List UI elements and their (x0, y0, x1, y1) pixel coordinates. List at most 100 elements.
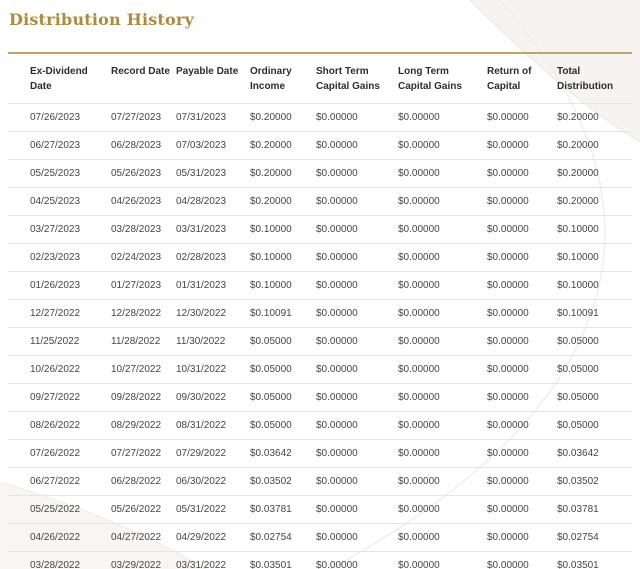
table-cell: 04/26/2022 (8, 524, 111, 552)
table-cell: $0.05000 (250, 412, 316, 440)
table-cell: $0.20000 (557, 104, 632, 132)
table-row: 10/26/202210/27/202210/31/2022$0.05000$0… (8, 356, 632, 384)
page-title: Distribution History (9, 10, 632, 29)
content: Distribution History Ex-Dividend DateRec… (0, 0, 640, 569)
table-cell: $0.10000 (250, 216, 316, 244)
table-cell: 09/27/2022 (8, 384, 111, 412)
table-cell: $0.00000 (316, 160, 398, 188)
table-row: 06/27/202306/28/202307/03/2023$0.20000$0… (8, 132, 632, 160)
table-cell: 11/28/2022 (111, 328, 176, 356)
table-cell: $0.00000 (487, 384, 557, 412)
table-row: 03/28/202203/29/202203/31/2022$0.03501$0… (8, 552, 632, 569)
table-cell: 04/26/2023 (111, 188, 176, 216)
table-cell: $0.00000 (487, 524, 557, 552)
table-cell: $0.00000 (316, 468, 398, 496)
table-cell: 05/25/2023 (8, 160, 111, 188)
table-cell: $0.00000 (487, 104, 557, 132)
table-row: 05/25/202205/26/202205/31/2022$0.03781$0… (8, 496, 632, 524)
table-cell: 08/31/2022 (176, 412, 250, 440)
table-cell: 06/28/2022 (111, 468, 176, 496)
table-cell: $0.00000 (487, 244, 557, 272)
table-cell: 06/27/2022 (8, 468, 111, 496)
table-cell: $0.03501 (250, 552, 316, 569)
column-header: Long Term Capital Gains (398, 53, 487, 104)
table-cell: $0.00000 (398, 552, 487, 569)
table-cell: 11/25/2022 (8, 328, 111, 356)
table-cell: 11/30/2022 (176, 328, 250, 356)
table-cell: $0.00000 (487, 552, 557, 569)
table-cell: 07/27/2022 (111, 440, 176, 468)
table-cell: $0.00000 (398, 496, 487, 524)
table-cell: $0.00000 (316, 300, 398, 328)
table-cell: 08/26/2022 (8, 412, 111, 440)
table-cell: $0.00000 (398, 160, 487, 188)
table-row: 07/26/202307/27/202307/31/2023$0.20000$0… (8, 104, 632, 132)
table-row: 05/25/202305/26/202305/31/2023 $0.20000 $0… (8, 160, 632, 188)
column-header: Total Distribution (557, 53, 632, 104)
table-cell: 03/28/2022 (8, 552, 111, 569)
table-cell: 07/03/2023 (176, 132, 250, 160)
table-cell: $0.00000 (487, 188, 557, 216)
table-cell: 06/28/2023 (111, 132, 176, 160)
table-cell: 01/26/2023 (8, 272, 111, 300)
table-cell: $0.00000 (398, 468, 487, 496)
table-body: 07/26/202307/27/202307/31/2023$0.20000$0… (8, 104, 632, 569)
table-cell: $0.05000 (250, 356, 316, 384)
table-cell: $0.00000 (316, 524, 398, 552)
table-cell: $0.10000 (557, 216, 632, 244)
table-cell: 10/26/2022 (8, 356, 111, 384)
table-cell: 01/27/2023 (111, 272, 176, 300)
table-cell: $0.03642 (250, 440, 316, 468)
table-cell: 09/28/2022 (111, 384, 176, 412)
table-cell: $0.20000 (557, 188, 632, 216)
table-cell: 03/28/2023 (111, 216, 176, 244)
table-cell: $0.00000 (398, 412, 487, 440)
table-cell: $0.05000 (250, 384, 316, 412)
table-cell: $0.05000 (557, 356, 632, 384)
table-cell: $0.00000 (398, 216, 487, 244)
table-cell: 02/28/2023 (176, 244, 250, 272)
table-cell: 07/31/2023 (176, 104, 250, 132)
table-cell: 06/27/2023 (8, 132, 111, 160)
table-cell: 07/29/2022 (176, 440, 250, 468)
table-row: 03/27/202303/28/202303/31/2023$0.10000$0… (8, 216, 632, 244)
table-cell: $0.03781 (250, 496, 316, 524)
column-header: Return of Capital (487, 53, 557, 104)
table-cell: $0.00000 (398, 104, 487, 132)
table-cell: 05/25/2022 (8, 496, 111, 524)
table-row: 06/27/202206/28/202206/30/2022$0.03502$0… (8, 468, 632, 496)
table-cell: $0.00000 (398, 356, 487, 384)
table-cell: $0.20000 (557, 160, 632, 188)
table-cell: $0.00000 (398, 328, 487, 356)
table-cell: $0.00000 (398, 384, 487, 412)
table-cell: 04/29/2022 (176, 524, 250, 552)
table-cell: $0.10091 (250, 300, 316, 328)
table-cell: $0.03642 (557, 440, 632, 468)
table-cell: $0.00000 (398, 272, 487, 300)
table-cell: $0.00000 (398, 132, 487, 160)
table-row: 04/25/202304/26/202304/28/2023$0.20000$0… (8, 188, 632, 216)
table-cell: $0.03501 (557, 552, 632, 569)
table-cell: $0.02754 (557, 524, 632, 552)
table-cell: 05/26/2023 (111, 160, 176, 188)
table-cell: $0.00000 (487, 272, 557, 300)
column-header: Ex-Dividend Date (8, 53, 111, 104)
table-row: 09/27/202209/28/202209/30/2022$0.05000$0… (8, 384, 632, 412)
table-cell: 07/26/2023 (8, 104, 111, 132)
table-cell: $0.05000 (250, 328, 316, 356)
table-cell: 09/30/2022 (176, 384, 250, 412)
table-cell: $0.00000 (398, 440, 487, 468)
table-cell: $0.05000 (557, 384, 632, 412)
table-cell: $0.00000 (487, 496, 557, 524)
table-cell: $0.10000 (250, 244, 316, 272)
column-header: Record Date (111, 53, 176, 104)
table-cell: 03/27/2023 (8, 216, 111, 244)
table-cell: $0.00000 (316, 356, 398, 384)
table-cell: 07/26/2022 (8, 440, 111, 468)
table-cell: $0.00000 (487, 328, 557, 356)
table-row: 12/27/202212/28/202212/30/2022$0.10091$0… (8, 300, 632, 328)
page: Distribution History Ex-Dividend DateRec… (0, 0, 640, 569)
table-cell: $0.00000 (487, 440, 557, 468)
table-row: 04/26/202204/27/202204/29/2022$0.02754$0… (8, 524, 632, 552)
table-cell: 05/31/2023 (176, 160, 250, 188)
